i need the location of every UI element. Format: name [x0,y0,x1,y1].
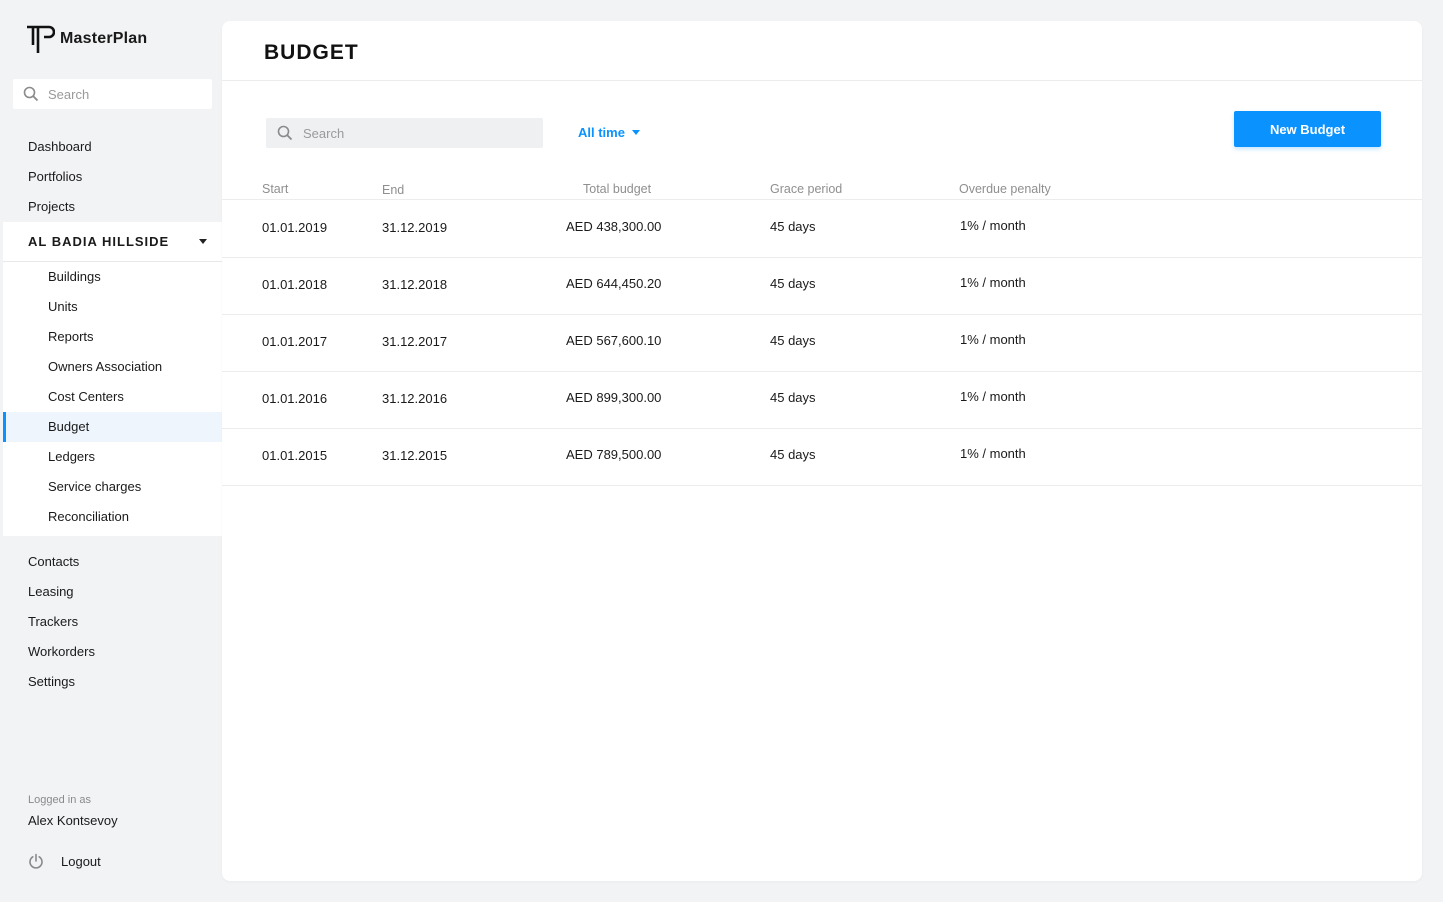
project-item-service-charges[interactable]: Service charges [3,472,222,502]
cell-total-budget: AED 644,450.20 [566,276,662,291]
budget-search-input[interactable] [303,125,523,141]
new-budget-button[interactable]: New Budget [1234,111,1381,147]
nav-item-settings[interactable]: Settings [0,667,222,697]
chevron-down-icon [631,130,640,135]
nav-item-workorders[interactable]: Workorders [0,637,222,667]
app-name: MasterPlan [60,30,148,47]
power-icon [29,853,43,869]
project-panel: AL BADIA HILLSIDE Buildings Units Report… [3,222,222,536]
time-filter-label: All time [578,125,625,140]
cell-start: 01.01.2017 [262,334,328,349]
budget-search[interactable] [266,118,543,148]
cell-overdue-penalty: 1% / month [960,389,1026,404]
page-title: BUDGET [264,41,359,64]
cell-start: 01.01.2019 [262,220,328,235]
cell-total-budget: AED 789,500.00 [566,447,662,462]
cell-overdue-penalty: 1% / month [960,332,1026,347]
cell-overdue-penalty: 1% / month [960,446,1026,461]
main-panel: BUDGET All time New Budget Start End Tot… [222,21,1422,881]
masterplan-logo-icon [27,25,55,53]
cell-total-budget: AED 438,300.00 [566,219,662,234]
column-header-end[interactable]: End [382,183,404,197]
logout-button[interactable]: Logout [28,853,101,869]
project-item-reconciliation[interactable]: Reconciliation [3,502,222,532]
nav-item-dashboard[interactable]: Dashboard [0,132,222,162]
budget-table-body: 01.01.2019 31.12.2019 AED 438,300.00 45 … [222,201,1422,486]
project-item-units[interactable]: Units [3,292,222,322]
cell-end: 31.12.2017 [382,334,448,349]
cell-end: 31.12.2018 [382,277,448,292]
column-header-total-budget[interactable]: Total budget [583,182,651,196]
logged-in-label: Logged in as [28,794,91,806]
cell-overdue-penalty: 1% / month [960,218,1026,233]
table-row[interactable]: 01.01.2019 31.12.2019 AED 438,300.00 45 … [222,201,1422,258]
nav-item-portfolios[interactable]: Portfolios [0,162,222,192]
search-icon [23,86,39,102]
chevron-down-icon [199,239,207,244]
cell-start: 01.01.2018 [262,277,328,292]
project-name: AL BADIA HILLSIDE [28,234,170,249]
user-name: Alex Kontsevoy [28,813,118,828]
project-item-ledgers[interactable]: Ledgers [3,442,222,472]
cell-grace-period: 45 days [770,276,816,291]
project-selector[interactable]: AL BADIA HILLSIDE [3,222,222,262]
table-row[interactable]: 01.01.2018 31.12.2018 AED 644,450.20 45 … [222,258,1422,315]
cell-total-budget: AED 899,300.00 [566,390,662,405]
nav-item-trackers[interactable]: Trackers [0,607,222,637]
cell-end: 31.12.2015 [382,448,448,463]
nav-item-leasing[interactable]: Leasing [0,577,222,607]
cell-grace-period: 45 days [770,219,816,234]
table-row[interactable]: 01.01.2015 31.12.2015 AED 789,500.00 45 … [222,429,1422,486]
cell-end: 31.12.2016 [382,391,448,406]
cell-overdue-penalty: 1% / month [960,275,1026,290]
app-logo[interactable]: MasterPlan [25,24,147,54]
logout-label: Logout [61,853,101,869]
time-filter-dropdown[interactable]: All time [578,125,640,140]
project-menu: Buildings Units Reports Owners Associati… [3,262,222,532]
column-header-start[interactable]: Start [262,182,288,196]
search-icon [277,125,293,141]
cell-total-budget: AED 567,600.10 [566,333,662,348]
table-row[interactable]: 01.01.2016 31.12.2016 AED 899,300.00 45 … [222,372,1422,429]
nav-top: Dashboard Portfolios Projects [0,132,222,222]
cell-start: 01.01.2015 [262,448,328,463]
table-row[interactable]: 01.01.2017 31.12.2017 AED 567,600.10 45 … [222,315,1422,372]
project-item-owners-association[interactable]: Owners Association [3,352,222,382]
project-item-budget[interactable]: Budget [3,412,222,442]
sidebar: MasterPlan Dashboard Portfolios Projects… [0,0,222,902]
sidebar-search-input[interactable] [48,86,188,102]
cell-grace-period: 45 days [770,333,816,348]
column-header-grace-period[interactable]: Grace period [770,182,842,196]
nav-item-contacts[interactable]: Contacts [0,547,222,577]
nav-bottom: Contacts Leasing Trackers Workorders Set… [0,547,222,697]
page-header: BUDGET [222,21,1422,81]
nav-item-projects[interactable]: Projects [0,192,222,222]
sidebar-search[interactable] [13,79,212,109]
cell-start: 01.01.2016 [262,391,328,406]
project-item-cost-centers[interactable]: Cost Centers [3,382,222,412]
cell-grace-period: 45 days [770,390,816,405]
cell-grace-period: 45 days [770,447,816,462]
project-item-reports[interactable]: Reports [3,322,222,352]
table-header: Start End Total budget Grace period Over… [222,180,1422,200]
project-item-buildings[interactable]: Buildings [3,262,222,292]
cell-end: 31.12.2019 [382,220,448,235]
column-header-overdue-penalty[interactable]: Overdue penalty [959,182,1051,196]
